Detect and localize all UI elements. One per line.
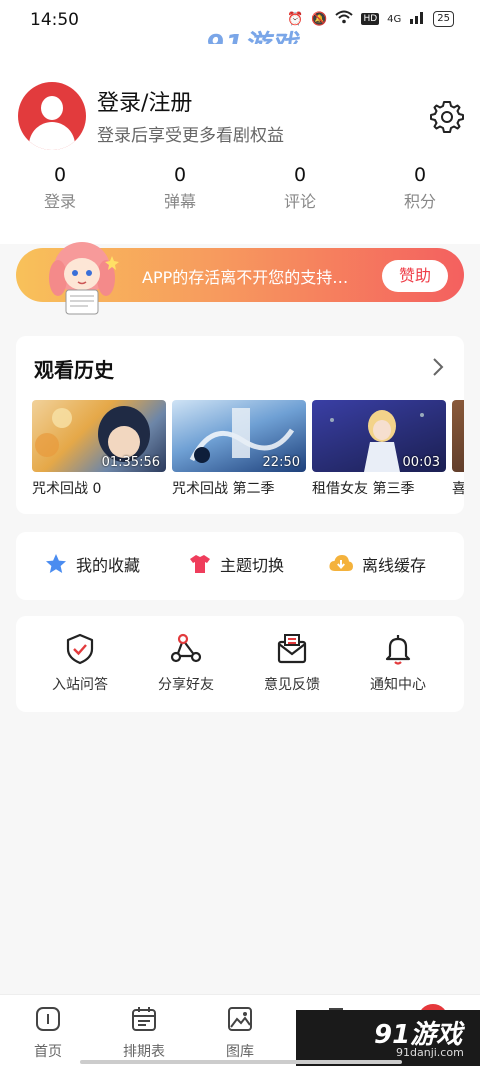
calendar-icon <box>132 1007 156 1031</box>
theme-label: 主题切换 <box>220 556 285 575</box>
shield-check-icon <box>66 633 94 665</box>
watermark-overlay: 91游戏 91danji.com <box>296 1010 480 1066</box>
feedback-label: 意见反馈 <box>264 677 320 693</box>
history-thumbnail: 01:35:56 <box>32 400 166 472</box>
tools-card: 入站问答 分享好友 意见反馈 通知中心 <box>16 616 464 712</box>
history-duration: 00:03 <box>402 455 440 470</box>
history-item[interactable]: 22:50 咒术回战 第二季 <box>172 400 306 498</box>
sponsor-button[interactable]: 赞助 <box>382 260 448 292</box>
status-time: 14:50 <box>30 10 79 30</box>
tab-label: 首页 <box>34 1044 62 1060</box>
history-item[interactable]: 喜 <box>452 400 464 498</box>
stat-value: 0 <box>293 164 307 186</box>
share-label: 分享好友 <box>158 677 214 693</box>
star-icon <box>46 554 66 573</box>
tab-home[interactable]: 首页 <box>13 1005 83 1061</box>
faq-button[interactable]: 入站问答 <box>40 632 120 694</box>
history-title: 观看历史 <box>34 358 114 382</box>
cloud-download-icon <box>329 555 353 571</box>
stat-label: 积分 <box>403 192 436 211</box>
history-duration: 22:50 <box>262 455 300 470</box>
tab-gallery[interactable]: 图库 <box>205 1005 275 1061</box>
stats-row: 0 登录 0 弹幕 0 评论 0 积分 <box>0 162 480 222</box>
mail-icon <box>277 634 307 664</box>
history-item[interactable]: 00:03 租借女友 第三季 <box>312 400 446 498</box>
stat-danmaku[interactable]: 0 弹幕 <box>120 162 240 222</box>
stat-login[interactable]: 0 登录 <box>0 162 120 222</box>
status-icons: ⏰ 🔕 HD 4G 25 <box>287 10 454 28</box>
offline-cache-label: 离线缓存 <box>362 556 427 575</box>
watermark-overlay-url: 91danji.com <box>396 1046 464 1059</box>
stat-label: 登录 <box>43 192 76 211</box>
history-duration: 01:35:56 <box>101 455 160 470</box>
feedback-button[interactable]: 意见反馈 <box>252 632 332 694</box>
faq-label: 入站问答 <box>52 677 108 693</box>
battery-icon: 25 <box>433 11 454 27</box>
mascot-image <box>49 242 119 315</box>
favorites-label: 我的收藏 <box>76 556 141 575</box>
history-name: 咒术回战 0 <box>32 481 102 497</box>
notifications-label: 通知中心 <box>370 677 426 693</box>
hd-badge: HD <box>361 13 380 25</box>
login-register-link[interactable]: 登录/注册 <box>97 85 192 117</box>
history-thumbnail: 00:03 <box>312 400 446 472</box>
history-name: 咒术回战 第二季 <box>172 481 275 497</box>
stat-points[interactable]: 0 积分 <box>360 162 480 222</box>
share-button[interactable]: 分享好友 <box>146 632 226 694</box>
mute-icon: 🔕 <box>311 11 328 27</box>
home-icon <box>36 1007 60 1031</box>
home-indicator[interactable] <box>80 1060 402 1064</box>
history-thumbnail: 22:50 <box>172 400 306 472</box>
stat-value: 0 <box>173 164 187 186</box>
history-item[interactable]: 01:35:56 咒术回战 0 <box>32 400 166 498</box>
tab-schedule[interactable]: 排期表 <box>109 1005 179 1061</box>
notifications-button[interactable]: 通知中心 <box>358 632 438 694</box>
share-icon <box>170 633 202 663</box>
chevron-right-icon[interactable] <box>430 356 446 378</box>
gear-icon[interactable] <box>430 100 464 134</box>
banner-text: APP的存活离不开您的支持… <box>142 268 349 287</box>
stat-label: 弹幕 <box>163 192 196 211</box>
profile-header: 登录/注册 登录后享受更多看剧权益 0 登录 0 弹幕 0 评论 0 积分 <box>0 44 480 244</box>
avatar[interactable] <box>18 82 86 150</box>
stat-label: 评论 <box>283 192 316 211</box>
offline-cache-button[interactable]: 离线缓存 <box>328 552 426 576</box>
history-name: 租借女友 第三季 <box>312 481 415 497</box>
wifi-icon <box>335 10 354 28</box>
history-list: 01:35:56 咒术回战 0 22:50 咒术回战 第二季 00:03 租借女… <box>32 400 464 508</box>
stat-value: 0 <box>413 164 427 186</box>
shirt-icon <box>190 555 210 573</box>
signal-label: 4G <box>387 13 402 25</box>
image-icon <box>228 1007 252 1031</box>
favorites-button[interactable]: 我的收藏 <box>44 552 140 576</box>
tab-label: 排期表 <box>123 1044 165 1060</box>
history-name: 喜 <box>452 481 464 497</box>
login-subtitle: 登录后享受更多看剧权益 <box>97 126 284 146</box>
stat-comments[interactable]: 0 评论 <box>240 162 360 222</box>
tab-label: 图库 <box>226 1044 254 1060</box>
bell-icon <box>385 635 411 665</box>
watch-history-card: 观看历史 01:35:56 咒术回战 0 22:50 咒术回战 第二季 00:0… <box>16 336 464 514</box>
theme-switch-button[interactable]: 主题切换 <box>188 552 284 576</box>
history-thumbnail <box>452 400 464 472</box>
signal-icon <box>409 10 425 28</box>
stat-value: 0 <box>53 164 67 186</box>
quick-actions-card: 我的收藏 主题切换 离线缓存 <box>16 532 464 600</box>
